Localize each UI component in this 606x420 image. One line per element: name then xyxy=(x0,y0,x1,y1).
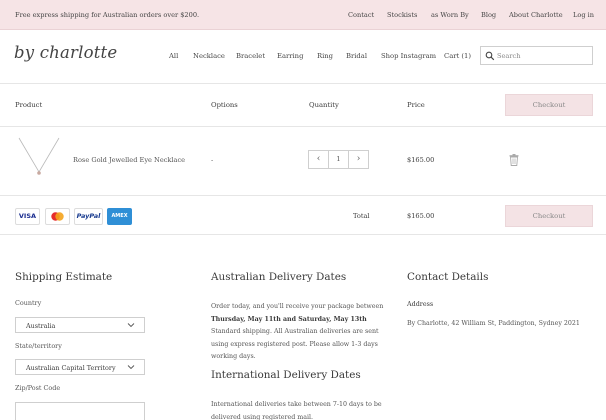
nav-shop-instagram[interactable]: Shop Instagram xyxy=(381,52,436,60)
column-price: Price xyxy=(407,101,425,109)
top-link-contact[interactable]: Contact xyxy=(348,11,374,19)
zip-input[interactable] xyxy=(15,402,145,420)
product-options: - xyxy=(211,156,214,164)
search-icon xyxy=(485,51,495,61)
nav-necklace[interactable]: Necklace xyxy=(193,52,225,60)
section-divider xyxy=(0,234,606,235)
nav-cart[interactable]: Cart (1) xyxy=(444,52,471,60)
decrease-quantity-button[interactable]: ‹ xyxy=(309,151,329,168)
international-delivery-title: International Delivery Dates xyxy=(211,369,361,381)
paypal-icon: PayPal xyxy=(74,208,103,225)
column-options: Options xyxy=(211,101,238,109)
state-select[interactable]: Australian Capital Territory xyxy=(15,359,145,375)
mastercard-icon xyxy=(45,208,70,225)
address-text: By Charlotte, 42 William St, Paddington,… xyxy=(407,320,580,327)
column-quantity: Quantity xyxy=(309,101,339,109)
australian-delivery-title: Australian Delivery Dates xyxy=(211,271,347,283)
address-label: Address xyxy=(407,300,434,308)
top-link-login[interactable]: Log in xyxy=(573,11,594,19)
checkout-button-top[interactable]: Checkout xyxy=(505,94,593,116)
nav-bridal[interactable]: Bridal xyxy=(346,52,367,60)
promo-bar: Free express shipping for Australian ord… xyxy=(0,0,606,30)
country-select[interactable]: Australia xyxy=(15,317,145,333)
quantity-value[interactable]: 1 xyxy=(329,151,348,168)
chevron-down-icon xyxy=(127,365,135,370)
promo-text: Free express shipping for Australian ord… xyxy=(15,11,200,19)
state-value: Australian Capital Territory xyxy=(26,364,116,372)
amex-icon: AMEX xyxy=(107,208,132,225)
chevron-down-icon xyxy=(127,323,135,328)
necklace-thumbnail[interactable] xyxy=(16,136,62,178)
row-divider xyxy=(0,195,606,196)
country-value: Australia xyxy=(26,322,56,330)
au-delivery-dates: Thursday, May 11th and Saturday, May 13t… xyxy=(211,315,367,323)
logo[interactable]: by charlotte xyxy=(14,43,117,62)
total-value: $165.00 xyxy=(407,212,435,220)
top-link-as-worn-by[interactable]: as Worn By xyxy=(431,11,469,19)
au-text-2: Standard shipping. All Australian delive… xyxy=(211,328,379,360)
zip-label: Zip/Post Code xyxy=(15,384,61,392)
top-link-blog[interactable]: Blog xyxy=(481,11,496,19)
state-label: State/territory xyxy=(15,342,62,350)
total-label: Total xyxy=(353,212,370,220)
column-product: Product xyxy=(15,101,43,109)
row-divider xyxy=(0,126,606,127)
country-label: Country xyxy=(15,299,42,307)
checkout-button-bottom[interactable]: Checkout xyxy=(505,205,593,227)
trash-icon[interactable] xyxy=(509,154,519,166)
nav-earring[interactable]: Earring xyxy=(277,52,303,60)
nav-ring[interactable]: Ring xyxy=(317,52,333,60)
nav-all[interactable]: All xyxy=(169,52,178,60)
shipping-estimate-title: Shipping Estimate xyxy=(15,271,113,283)
mastercard-logo xyxy=(51,212,64,221)
product-name[interactable]: Rose Gold Jewelled Eye Necklace xyxy=(73,156,185,164)
nav-bracelet[interactable]: Bracelet xyxy=(236,52,265,60)
increase-quantity-button[interactable]: › xyxy=(348,151,368,168)
australian-delivery-text: Order today, and you'll receive your pac… xyxy=(211,301,387,364)
item-price: $165.00 xyxy=(407,156,435,164)
contact-details-title: Contact Details xyxy=(407,271,489,283)
au-text-1: Order today, and you'll receive your pac… xyxy=(211,303,384,310)
header-divider xyxy=(0,83,606,84)
top-link-stockists[interactable]: Stockists xyxy=(387,11,417,19)
search-input[interactable] xyxy=(497,49,589,63)
visa-icon: VISA xyxy=(15,208,40,225)
international-delivery-text: International deliveries take between 7-… xyxy=(211,401,382,420)
top-link-about[interactable]: About Charlotte xyxy=(509,11,563,19)
search-box[interactable] xyxy=(480,46,593,65)
quantity-stepper[interactable]: ‹ 1 › xyxy=(308,150,369,169)
